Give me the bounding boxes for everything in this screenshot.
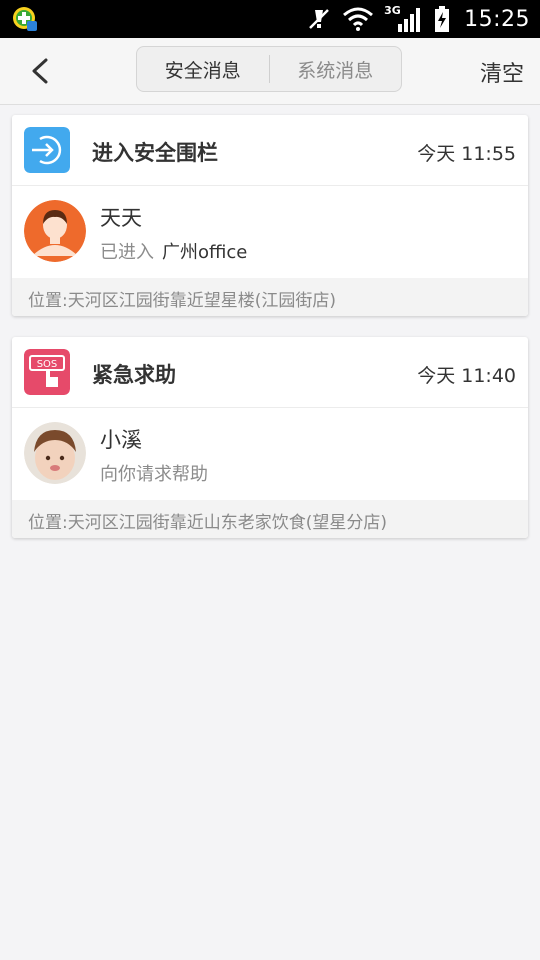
status-text: 已进入 (100, 242, 154, 263)
avatar (24, 200, 86, 262)
card-body: 小溪 向你请求帮助 (12, 408, 528, 500)
back-button[interactable] (22, 52, 60, 90)
person-name: 小溪 (100, 428, 142, 452)
wifi-icon (343, 7, 374, 31)
message-type-switch: 安全消息 系统消息 (136, 46, 402, 92)
card-time: 今天 11:55 (417, 143, 516, 165)
clear-all-button[interactable]: 清空 (480, 56, 524, 88)
card-title: 进入安全围栏 (92, 141, 218, 165)
card-header: 进入安全围栏 今天 11:55 (12, 115, 528, 186)
card-time: 今天 11:40 (417, 365, 516, 387)
chevron-left-icon (32, 58, 48, 84)
person-name: 天天 (100, 206, 142, 230)
status-bar: 3G 15:25 (0, 0, 540, 38)
svg-text:SOS: SOS (37, 359, 58, 370)
location-text: 位置:天河区江园街靠近山东老家饮食(望星分店) (28, 513, 387, 533)
enter-fence-icon (24, 127, 70, 173)
signal-icon (398, 8, 421, 32)
mute-icon (309, 9, 329, 29)
avatar (24, 422, 86, 484)
message-card[interactable]: 进入安全围栏 今天 11:55 天天 已进入 广州office 位置:天河区江园街… (12, 115, 528, 316)
person-status: 已进入 广州office (100, 238, 247, 264)
clock: 15:25 (464, 6, 530, 32)
battery-charging-icon (435, 6, 450, 32)
signal-indicator: 3G (384, 4, 424, 32)
app-notification-icon (13, 7, 37, 31)
sos-icon: SOS (24, 349, 70, 395)
tab-safety-messages[interactable]: 安全消息 (137, 47, 269, 91)
status-text: 向你请求帮助 (100, 464, 208, 485)
person-status: 向你请求帮助 (100, 460, 208, 486)
place-name: 广州office (162, 242, 248, 263)
card-title: 紧急求助 (92, 363, 176, 387)
card-footer: 位置:天河区江园街靠近山东老家饮食(望星分店) (12, 500, 528, 538)
card-header: SOS 紧急求助 今天 11:40 (12, 337, 528, 408)
message-card[interactable]: SOS 紧急求助 今天 11:40 小溪 向你请求帮助 位置:天河区江园街靠近山… (12, 337, 528, 538)
card-body: 天天 已进入 广州office (12, 186, 528, 278)
location-text: 位置:天河区江园街靠近望星楼(江园街店) (28, 291, 336, 311)
top-navigation-bar: 安全消息 系统消息 清空 (0, 38, 540, 105)
tab-system-messages[interactable]: 系统消息 (270, 47, 402, 91)
card-footer: 位置:天河区江园街靠近望星楼(江园街店) (12, 278, 528, 316)
